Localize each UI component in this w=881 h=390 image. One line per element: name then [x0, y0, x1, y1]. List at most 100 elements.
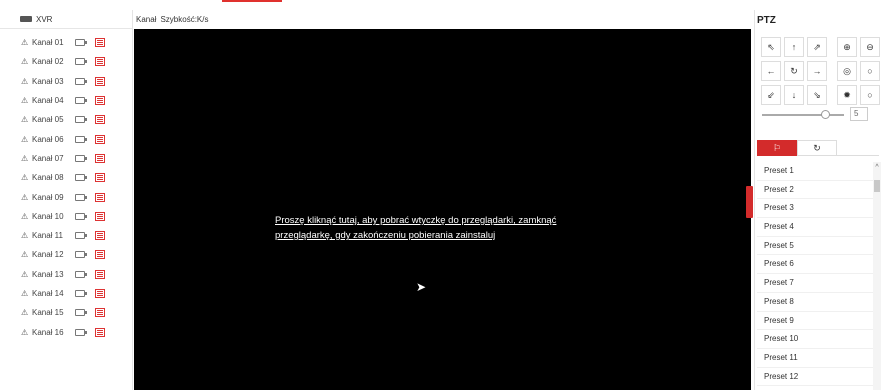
- preset-item[interactable]: Preset 7: [757, 274, 873, 293]
- view-info-bar: Kanał Szybkość:K/s: [134, 10, 751, 29]
- record-icon[interactable]: [95, 211, 105, 221]
- record-icon[interactable]: [95, 250, 105, 260]
- camera-icon[interactable]: [75, 77, 87, 85]
- channel-item[interactable]: ⚠ Kanał 11: [0, 226, 132, 245]
- preset-item[interactable]: Preset 9: [757, 312, 873, 331]
- camera-icon[interactable]: [75, 58, 87, 66]
- preset-item[interactable]: Preset 10: [757, 330, 873, 349]
- preset-scrollbar[interactable]: ^: [873, 162, 881, 390]
- camera-icon[interactable]: [75, 251, 87, 259]
- channel-item[interactable]: ⚠ Kanał 01: [0, 33, 132, 52]
- record-icon[interactable]: [95, 173, 105, 183]
- record-icon[interactable]: [95, 289, 105, 298]
- camera-icon[interactable]: [75, 212, 87, 220]
- scroll-thumb[interactable]: [874, 180, 880, 192]
- preset-item[interactable]: Preset 1: [757, 162, 873, 181]
- preset-item[interactable]: Preset 2: [757, 181, 873, 200]
- channel-item[interactable]: ⚠ Kanał 08: [0, 168, 132, 187]
- camera-icon[interactable]: [75, 174, 87, 182]
- iris-close-button[interactable]: ○: [860, 85, 880, 105]
- record-icon[interactable]: [95, 269, 105, 279]
- dvr-icon: [20, 16, 32, 22]
- arrow-down-right-button[interactable]: ⇘: [807, 85, 827, 105]
- person-icon: ⚠: [21, 153, 29, 163]
- channel-item[interactable]: ⚠ Kanał 12: [0, 245, 132, 264]
- arrow-up-left-button[interactable]: ⇖: [761, 37, 781, 57]
- iris-open-button[interactable]: ✹: [837, 85, 857, 105]
- arrow-right-button[interactable]: →: [807, 61, 827, 81]
- channel-item[interactable]: ⚠ Kanał 05: [0, 110, 132, 129]
- record-icon[interactable]: [95, 308, 105, 318]
- record-icon[interactable]: [95, 231, 105, 241]
- camera-icon[interactable]: [75, 97, 87, 105]
- camera-icon[interactable]: [75, 232, 87, 240]
- channel-item[interactable]: ⚠ Kanał 09: [0, 187, 132, 206]
- camera-icon[interactable]: [75, 270, 87, 278]
- focus-near-icon: ◎: [843, 65, 851, 76]
- channel-item[interactable]: ⚠ Kanał 07: [0, 149, 132, 168]
- channel-item[interactable]: ⚠ Kanał 06: [0, 129, 132, 148]
- preset-item[interactable]: Preset 11: [757, 349, 873, 368]
- camera-icon[interactable]: [75, 309, 87, 317]
- preset-item[interactable]: Preset 4: [757, 218, 873, 237]
- arrow-down-button[interactable]: ↓: [784, 85, 804, 105]
- slider-knob[interactable]: [821, 110, 831, 119]
- record-icon[interactable]: [95, 192, 105, 202]
- zoom-out-button[interactable]: ⊖: [860, 37, 880, 57]
- device-header[interactable]: XVR: [0, 10, 132, 29]
- channel-item[interactable]: ⚠ Kanał 16: [0, 322, 132, 341]
- tab-cruise[interactable]: ↻: [797, 140, 837, 156]
- camera-icon[interactable]: [75, 154, 87, 162]
- focus-far-button[interactable]: ○: [860, 61, 880, 81]
- record-icon[interactable]: [95, 38, 105, 48]
- channel-label: Kanał 13: [32, 269, 64, 279]
- focus-near-button[interactable]: ◎: [837, 61, 857, 81]
- camera-icon[interactable]: [75, 39, 87, 47]
- arrow-up-right-icon: ⇗: [813, 41, 821, 52]
- preset-item[interactable]: Preset 3: [757, 199, 873, 219]
- plugin-download-link[interactable]: Proszę kliknąć tutaj, aby pobrać wtyczkę…: [275, 213, 605, 243]
- preset-item[interactable]: Preset 8: [757, 293, 873, 312]
- arrow-up-button[interactable]: ↑: [784, 37, 804, 57]
- preset-item[interactable]: Preset 6: [757, 255, 873, 275]
- channel-item[interactable]: ⚠ Kanał 15: [0, 303, 132, 322]
- arrow-down-left-button[interactable]: ⇙: [761, 85, 781, 105]
- camera-icon[interactable]: [75, 328, 87, 336]
- channel-label: Kanał 09: [32, 192, 64, 202]
- camera-icon[interactable]: [75, 290, 87, 297]
- channel-item[interactable]: ⚠ Kanał 10: [0, 207, 132, 226]
- tab-flag[interactable]: ⚐: [757, 140, 797, 156]
- channel-item[interactable]: ⚠ Kanał 13: [0, 265, 132, 284]
- camera-icon[interactable]: [75, 135, 87, 143]
- record-icon[interactable]: [95, 134, 105, 144]
- person-icon: ⚠: [21, 289, 29, 298]
- record-icon[interactable]: [95, 57, 105, 67]
- cruise-icon: ↻: [813, 143, 821, 153]
- arrow-down-icon: ↓: [791, 90, 797, 100]
- record-icon[interactable]: [95, 115, 105, 125]
- person-icon: ⚠: [21, 231, 29, 241]
- arrow-up-right-button[interactable]: ⇗: [807, 37, 827, 57]
- record-icon[interactable]: [95, 153, 105, 163]
- zoom-in-icon: ⊕: [843, 41, 851, 52]
- record-icon[interactable]: [95, 327, 105, 337]
- channel-item[interactable]: ⚠ Kanał 03: [0, 72, 132, 91]
- preset-item[interactable]: Preset 5: [757, 237, 873, 256]
- video-area[interactable]: Proszę kliknąć tutaj, aby pobrać wtyczkę…: [134, 29, 751, 390]
- channel-item[interactable]: ⚠ Kanał 04: [0, 91, 132, 110]
- channel-item[interactable]: ⚠ Kanał 14: [0, 284, 132, 303]
- scroll-up-icon[interactable]: ^: [873, 164, 881, 171]
- record-icon[interactable]: [95, 76, 105, 86]
- camera-icon[interactable]: [75, 193, 87, 201]
- arrow-left-button[interactable]: ←: [761, 61, 781, 81]
- ptz-speed-input[interactable]: 5: [850, 107, 868, 121]
- rotate-button[interactable]: ↻: [784, 61, 804, 81]
- ptz-panel-toggle[interactable]: [746, 186, 753, 218]
- channel-item[interactable]: ⚠ Kanał 02: [0, 52, 132, 71]
- camera-icon[interactable]: [75, 116, 87, 124]
- ptz-speed-slider[interactable]: [762, 110, 844, 119]
- zoom-in-button[interactable]: ⊕: [837, 37, 857, 57]
- arrow-left-icon: ←: [766, 66, 776, 76]
- record-icon[interactable]: [95, 96, 105, 106]
- preset-item[interactable]: Preset 12: [757, 368, 873, 387]
